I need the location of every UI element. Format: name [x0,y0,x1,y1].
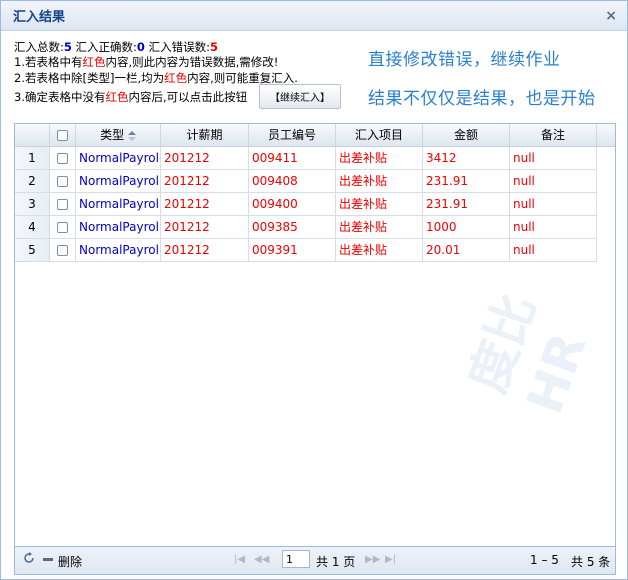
pagination-bar: 删除 |◀ ◀◀ 共 1 页 ▶▶ ▶| 1 – 5 共 5 条 [14,547,616,575]
last-page-icon[interactable]: ▶| [385,554,396,565]
row-checkbox[interactable] [57,153,68,164]
cell-remark[interactable]: null [510,147,597,169]
delete-button[interactable]: 删除 [58,553,82,570]
window-title: 汇入结果 [13,10,66,25]
slogan-1: 直接修改错误，继续作业 [368,50,561,70]
header-select-all [50,124,76,146]
window-titlebar[interactable]: 汇入结果 × [1,1,627,31]
cell-amount[interactable]: 231.91 [423,170,510,192]
table-row[interactable]: 3 NormalPayrolls 201212 009400 出差补贴 231.… [15,193,597,216]
page-number-input[interactable] [282,550,310,568]
row-checkbox[interactable] [57,245,68,256]
table-row[interactable]: 5 NormalPayrolls 201212 009391 出差补贴 20.0… [15,239,597,262]
first-page-icon[interactable]: |◀ [234,554,245,565]
cell-remark[interactable]: null [510,216,597,238]
table-row[interactable]: 1 NormalPayrolls 201212 009411 出差补贴 3412… [15,147,597,170]
record-range: 1 – 5 [530,553,559,567]
import-summary: 汇入总数:5 汇入正确数:0 汇入错误数:5 [14,40,218,54]
header-rownum [15,124,50,146]
cell-type[interactable]: NormalPayrolls [76,216,161,238]
prev-page-icon[interactable]: ◀◀ [254,554,269,565]
cell-period[interactable]: 201212 [161,170,249,192]
cell-import-item[interactable]: 出差补贴 [336,239,423,261]
header-amount[interactable]: 金额 [423,124,510,146]
table-row[interactable]: 2 NormalPayrolls 201212 009408 出差补贴 231.… [15,170,597,193]
select-all-checkbox[interactable] [57,130,68,141]
refresh-icon[interactable] [23,552,35,567]
row-checkbox[interactable] [57,176,68,187]
note-2: 2.若表格中除[类型]一栏,均为红色内容,则可能重复汇入. [14,71,298,85]
cell-remark[interactable]: null [510,170,597,192]
row-checkbox[interactable] [57,199,68,210]
result-grid: 类型 计薪期 员工编号 汇入项目 金额 备注 1 NormalPayrolls … [14,123,616,547]
header-import-item[interactable]: 汇入项目 [336,124,423,146]
cell-remark[interactable]: null [510,193,597,215]
cell-employee-id[interactable]: 009385 [249,216,336,238]
next-page-icon[interactable]: ▶▶ [365,554,380,565]
note-3: 3.确定表格中没有红色内容后,可以点击此按钮 [14,90,248,104]
continue-import-button[interactable]: 【继续汇入】 [259,84,341,109]
grid-header: 类型 计薪期 员工编号 汇入项目 金额 备注 [15,124,615,147]
cell-type[interactable]: NormalPayrolls [76,193,161,215]
cell-import-item[interactable]: 出差补贴 [336,193,423,215]
cell-period[interactable]: 201212 [161,216,249,238]
cell-amount[interactable]: 1000 [423,216,510,238]
total-count: 5 [63,40,72,54]
row-checkbox[interactable] [57,222,68,233]
cell-remark[interactable]: null [510,239,597,261]
cell-type[interactable]: NormalPayrolls [76,239,161,261]
note-1: 1.若表格中有红色内容,则此内容为错误数据,需修改! [14,55,279,69]
cell-import-item[interactable]: 出差补贴 [336,216,423,238]
error-count: 5 [209,40,218,54]
cell-type[interactable]: NormalPayrolls [76,170,161,192]
import-result-window: 汇入结果 × 汇入总数:5 汇入正确数:0 汇入错误数:5 1.若表格中有红色内… [0,0,628,580]
correct-count: 0 [136,40,145,54]
page-count: 共 1 页 [316,555,356,569]
table-row[interactable]: 4 NormalPayrolls 201212 009385 出差补贴 1000… [15,216,597,239]
cell-employee-id[interactable]: 009400 [249,193,336,215]
cell-amount[interactable]: 231.91 [423,193,510,215]
header-type[interactable]: 类型 [76,124,161,146]
cell-period[interactable]: 201212 [161,147,249,169]
cell-type[interactable]: NormalPayrolls [76,147,161,169]
cell-import-item[interactable]: 出差补贴 [336,170,423,192]
cell-period[interactable]: 201212 [161,239,249,261]
cell-amount[interactable]: 3412 [423,147,510,169]
cell-employee-id[interactable]: 009408 [249,170,336,192]
close-icon[interactable]: × [605,8,617,24]
record-total: 共 5 条 [571,555,611,569]
header-period[interactable]: 计薪期 [161,124,249,146]
cell-employee-id[interactable]: 009411 [249,147,336,169]
cell-employee-id[interactable]: 009391 [249,239,336,261]
cell-import-item[interactable]: 出差补贴 [336,147,423,169]
sort-arrows-icon [127,130,136,141]
cell-amount[interactable]: 20.01 [423,239,510,261]
slogan-2: 结果不仅仅是结果，也是开始 [368,89,596,109]
header-remark[interactable]: 备注 [510,124,597,146]
cell-period[interactable]: 201212 [161,193,249,215]
header-employee-id[interactable]: 员工编号 [249,124,336,146]
minus-icon [43,558,53,561]
